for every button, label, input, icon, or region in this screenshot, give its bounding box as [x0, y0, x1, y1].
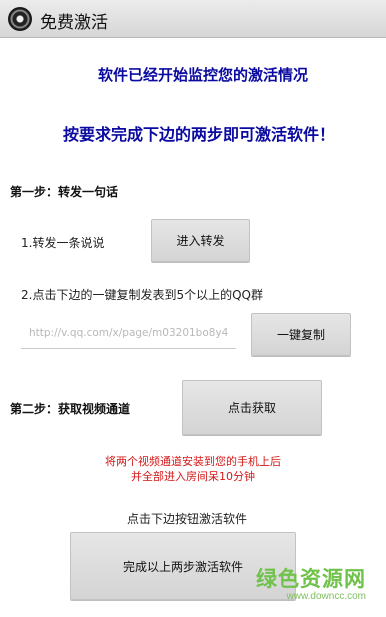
monitoring-headline: 软件已经开始监控您的激活情况	[97, 66, 308, 84]
step1-title: 第一步：转发一句话	[10, 185, 119, 199]
title-bar: 免费激活	[0, 0, 386, 38]
instruction-headline: 按要求完成下边的两步即可激活软件！	[62, 125, 335, 144]
get-channel-button[interactable]: 点击获取	[182, 380, 322, 435]
copy-button[interactable]: 一键复制	[251, 313, 351, 356]
forward-button[interactable]: 进入转发	[151, 219, 250, 262]
watermark: 绿色资源网 www.downcc.com	[256, 563, 366, 602]
instruction-note-line1: 将两个视频通道安装到您的手机上后	[105, 455, 281, 468]
watermark-name: 绿色资源网	[256, 567, 366, 591]
url-input[interactable]	[21, 321, 236, 349]
step1-item1-label: 1.转发一条说说	[21, 236, 105, 250]
instruction-note-line2: 并全部进入房间呆10分钟	[131, 470, 255, 483]
app-camera-icon	[8, 7, 32, 31]
step1-item2-label: 2.点击下边的一键复制发表到5个以上的QQ群	[21, 288, 263, 302]
step2-title: 第二步：获取视频通道	[10, 402, 131, 416]
app-title: 免费激活	[40, 13, 108, 33]
activate-prompt: 点击下边按钮激活软件	[126, 512, 247, 526]
